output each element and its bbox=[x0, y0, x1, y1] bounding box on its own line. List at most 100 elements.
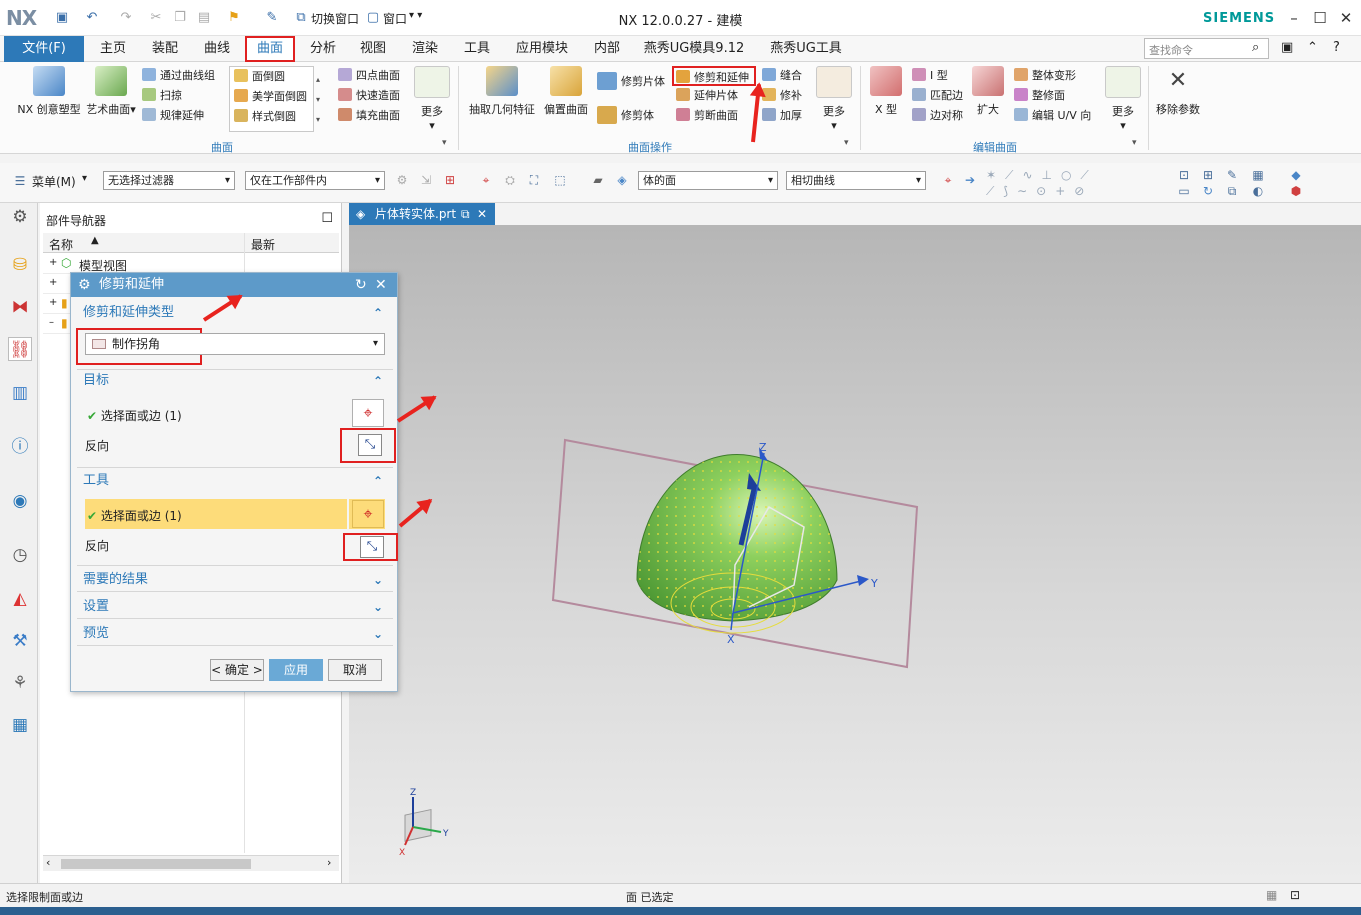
orient-view-icon[interactable]: ⬢ bbox=[1288, 183, 1304, 199]
tab-yanxiu-tools[interactable]: 燕秀UG工具 bbox=[760, 36, 852, 62]
settings-section-header[interactable]: 设置 ⌄ bbox=[83, 596, 387, 618]
tool-select-text[interactable]: ✔ 选择面或边 (1) bbox=[87, 507, 182, 524]
view-triad[interactable]: Z Y X bbox=[399, 788, 449, 858]
show-hide-icon[interactable]: ◐ bbox=[1250, 183, 1266, 199]
i-form-button[interactable]: I 型 bbox=[912, 66, 963, 86]
constraint-navigator-icon[interactable]: ⧓ bbox=[8, 295, 32, 319]
snap-point-icon[interactable]: ⌖ bbox=[940, 172, 956, 188]
close-icon[interactable]: ✕ bbox=[1336, 8, 1356, 28]
tab-render[interactable]: 渲染 bbox=[404, 36, 446, 62]
assembly-navigator-icon[interactable]: ⛁ bbox=[8, 253, 32, 277]
view-fit-icon[interactable]: ⊡ bbox=[1176, 167, 1192, 183]
rapid-surfacing-button[interactable]: 快速造面 bbox=[338, 86, 400, 106]
refit-face-button[interactable]: 整修面 bbox=[1014, 86, 1091, 106]
tab-tools[interactable]: 工具 bbox=[456, 36, 498, 62]
render-style-icon[interactable]: ▦ bbox=[1250, 167, 1266, 183]
edge-symmetry-button[interactable]: 边对称 bbox=[912, 106, 963, 126]
history-icon[interactable]: ◷ bbox=[8, 543, 32, 567]
group-edit-dropdown-icon[interactable]: ▾ bbox=[1132, 138, 1137, 148]
tab-internal[interactable]: 内部 bbox=[586, 36, 628, 62]
trim-body-button[interactable]: 修剪体 bbox=[597, 106, 665, 126]
tool-select-button[interactable]: ⌖ bbox=[352, 500, 384, 528]
tab-view[interactable]: 视图 bbox=[352, 36, 394, 62]
paint-icon[interactable]: ✎ bbox=[1224, 167, 1240, 183]
reset-icon[interactable]: ↻ bbox=[355, 273, 367, 297]
dropdown-arrow-icon[interactable]: ▾ bbox=[373, 334, 378, 354]
layer-icon[interactable]: ⧉ bbox=[1224, 183, 1240, 199]
expand-icon[interactable]: ⌄ bbox=[373, 623, 383, 645]
gallery-scroll-icon[interactable]: ▴ ▾ ▾ bbox=[316, 70, 320, 130]
group-operations-dropdown-icon[interactable]: ▾ bbox=[844, 138, 849, 148]
tab-home[interactable]: 主页 bbox=[92, 36, 134, 62]
x-form-button[interactable]: X 型 bbox=[866, 66, 906, 117]
tab-surface[interactable]: 曲面 bbox=[245, 36, 295, 62]
minimize-icon[interactable]: – bbox=[1284, 8, 1304, 28]
preview-section-header[interactable]: 预览 ⌄ bbox=[83, 623, 387, 645]
target-reverse-button[interactable]: ⤡ bbox=[358, 434, 382, 456]
more-edit-button[interactable]: 更多 ▾ bbox=[1103, 66, 1143, 132]
collapse-icon[interactable]: ⌃ bbox=[373, 370, 383, 392]
extract-geometry-button[interactable]: 抽取几何特征 bbox=[466, 66, 538, 117]
remove-parameters-button[interactable]: ✕ 移除参数 bbox=[1150, 66, 1206, 117]
global-shaping-button[interactable]: 整体变形 bbox=[1014, 66, 1091, 86]
body-select-icon[interactable]: ◈ bbox=[614, 172, 630, 188]
more-operations-button[interactable]: 更多 ▾ bbox=[814, 66, 854, 132]
close-tab-icon[interactable]: ✕ bbox=[477, 203, 487, 225]
model-scene[interactable]: Z Y X Z Y X bbox=[349, 225, 1361, 883]
face-rule-dropdown[interactable]: 体的面 bbox=[638, 171, 778, 190]
target-select-button[interactable]: ⌖ bbox=[352, 399, 384, 427]
fill-surface-button[interactable]: 填充曲面 bbox=[338, 106, 400, 126]
divide-face-button[interactable]: 剪断曲面 bbox=[676, 106, 756, 126]
offset-surface-button[interactable]: 偏置曲面 bbox=[540, 66, 592, 117]
web-browser-icon[interactable]: ◉ bbox=[8, 489, 32, 513]
view-zoom-icon[interactable]: ⊞ bbox=[1200, 167, 1216, 183]
expand-icon[interactable]: + bbox=[49, 257, 57, 268]
tab-analysis[interactable]: 分析 bbox=[302, 36, 344, 62]
scroll-thumb[interactable] bbox=[61, 859, 251, 869]
patch-button[interactable]: 修补 bbox=[762, 86, 802, 106]
tool-reverse-button[interactable]: ⤡ bbox=[360, 536, 384, 558]
styled-blend-button[interactable]: 样式倒圆 bbox=[234, 107, 313, 127]
search-command-input[interactable]: 查找命令 bbox=[1144, 38, 1269, 59]
list-item[interactable]: + ⬡ 模型视图 bbox=[43, 254, 339, 274]
group-surface-dropdown-icon[interactable]: ▾ bbox=[442, 138, 447, 148]
type-dropdown[interactable]: 制作拐角 ▾ bbox=[85, 333, 385, 355]
selection-filter-icon[interactable]: ⚙ bbox=[394, 172, 410, 188]
col-name-header[interactable]: 名称 bbox=[49, 236, 73, 253]
expand-icon[interactable]: ⌄ bbox=[373, 596, 383, 618]
selection-scope-dropdown[interactable]: 仅在工作部件内 bbox=[245, 171, 385, 190]
settings-gear-icon[interactable]: ⚙ bbox=[8, 205, 32, 229]
navigator-scrollbar[interactable]: ‹ › bbox=[43, 855, 339, 871]
apply-button[interactable]: 应用 bbox=[269, 659, 323, 681]
collapse-icon[interactable]: ⌃ bbox=[373, 470, 383, 492]
cancel-button[interactable]: 取消 bbox=[328, 659, 382, 681]
face-blend-button[interactable]: 面倒圆 bbox=[234, 67, 313, 87]
enlarge-button[interactable]: 扩大 bbox=[968, 66, 1008, 117]
dialog-gear-icon[interactable]: ⚙ bbox=[78, 273, 91, 297]
maximize-icon[interactable]: ☐ bbox=[1310, 8, 1330, 28]
feature-select-icon[interactable]: ⛭ bbox=[502, 172, 518, 188]
refresh-icon[interactable]: ↻ bbox=[1200, 183, 1216, 199]
tab-applications[interactable]: 应用模块 bbox=[508, 36, 576, 62]
menu-button[interactable]: 菜单(M) bbox=[32, 173, 76, 190]
col-latest-header[interactable]: 最新 bbox=[251, 236, 275, 253]
tab-assembly[interactable]: 装配 bbox=[144, 36, 186, 62]
tab-curve[interactable]: 曲线 bbox=[196, 36, 238, 62]
swept-button[interactable]: 扫掠 bbox=[142, 86, 215, 106]
thicken-button[interactable]: 加厚 bbox=[762, 106, 802, 126]
screen-icon[interactable]: ▭ bbox=[1176, 183, 1192, 199]
system-materials-icon[interactable]: ◭ bbox=[8, 587, 32, 611]
curve-rule-dropdown[interactable]: 相切曲线 bbox=[786, 171, 926, 190]
status-filter-icon[interactable]: ▦ bbox=[1266, 888, 1277, 902]
scroll-left-icon[interactable]: ‹ bbox=[46, 856, 50, 869]
add-select-icon[interactable]: ⊞ bbox=[442, 172, 458, 188]
extend-sheet-button[interactable]: 延伸片体 bbox=[676, 86, 756, 106]
roles-icon[interactable]: ⚘ bbox=[8, 671, 32, 695]
part-navigator-icon[interactable]: ⛓ bbox=[8, 337, 32, 361]
manufacturing-wizard-icon[interactable]: ▦ bbox=[8, 713, 32, 737]
results-section-header[interactable]: 需要的结果 ⌄ bbox=[83, 569, 387, 591]
maximize-navigator-icon[interactable]: ☐ bbox=[321, 211, 333, 226]
graphics-window[interactable]: Z Y X Z Y X bbox=[349, 225, 1361, 883]
reuse-library-icon[interactable]: ▥ bbox=[8, 381, 32, 405]
law-extension-button[interactable]: 规律延伸 bbox=[142, 106, 215, 126]
